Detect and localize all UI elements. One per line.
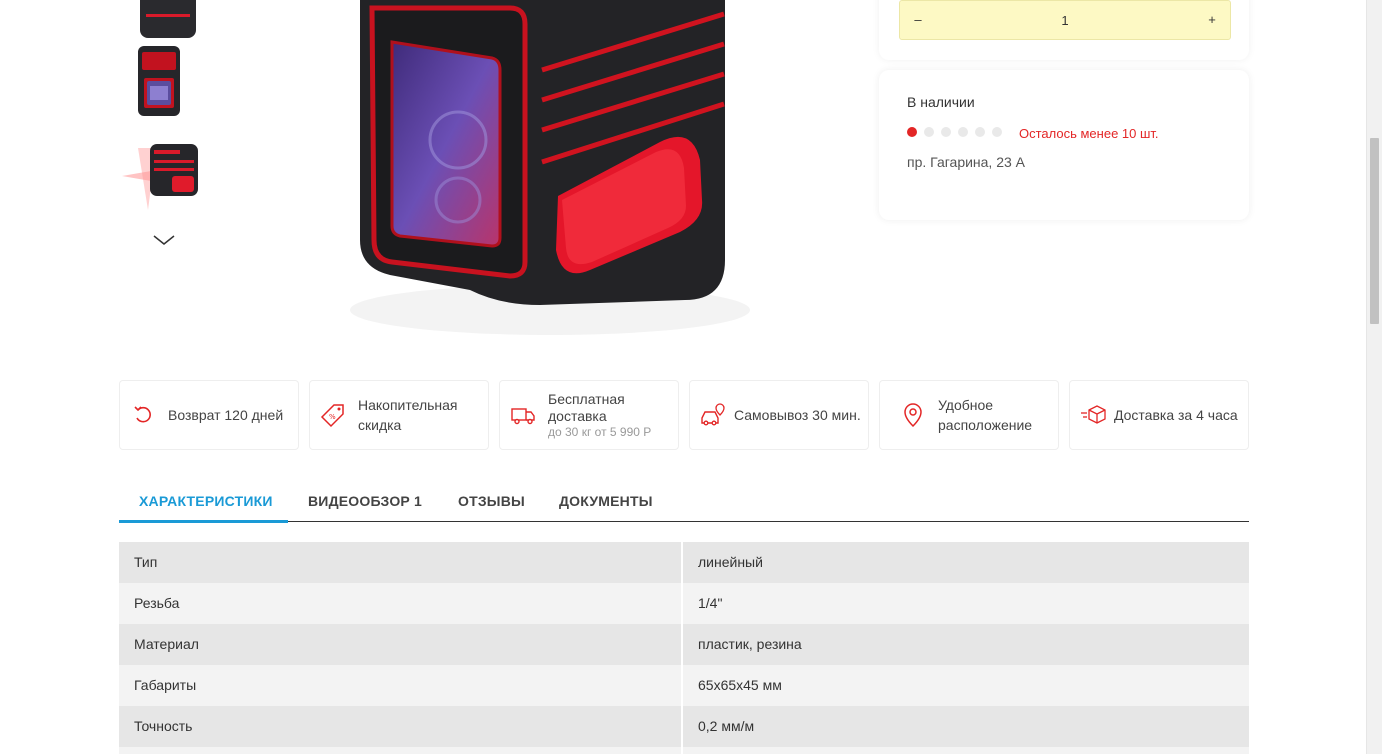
benefit-return[interactable]: Возврат 120 дней	[119, 380, 299, 450]
spec-name: Резьба	[119, 583, 683, 624]
benefit-sublabel: до 30 кг от 5 990 Р	[548, 425, 652, 439]
benefit-label: Самовывоз 30 мин.	[734, 407, 861, 423]
table-row: Габариты 65х65х45 мм	[119, 665, 1249, 706]
stock-level-dot	[992, 127, 1002, 137]
table-row: Резьба 1/4"	[119, 583, 1249, 624]
benefit-delivery[interactable]: Бесплатная доставка до 30 кг от 5 990 Р	[499, 380, 679, 450]
location-pin-icon	[904, 403, 922, 428]
table-row	[119, 747, 1249, 754]
delivery-truck-icon	[511, 408, 535, 425]
table-row: Точность 0,2 мм/м	[119, 706, 1249, 747]
tab-reviews[interactable]: ОТЗЫВЫ	[458, 493, 525, 509]
fast-box-icon	[1081, 405, 1106, 424]
tab-characteristics[interactable]: ХАРАКТЕРИСТИКИ	[139, 493, 273, 509]
thumbnails-next-button[interactable]	[150, 230, 178, 250]
benefit-location[interactable]: Удобное расположение	[879, 380, 1059, 450]
stock-level-dot	[975, 127, 985, 137]
spec-name: Точность	[119, 706, 683, 747]
benefit-label: Бесплатная доставка	[548, 391, 625, 424]
spec-name: Тип	[119, 542, 683, 583]
benefit-label: Накопительная скидка	[358, 397, 458, 433]
scrollbar-thumb[interactable]	[1370, 138, 1379, 324]
stock-level-dot	[924, 127, 934, 137]
stock-status-title: В наличии	[907, 94, 975, 110]
table-row: Материал пластик, резина	[119, 624, 1249, 665]
return-arrow-icon	[134, 406, 151, 423]
spec-value: 65х65х45 мм	[698, 677, 782, 693]
spec-name: Габариты	[119, 665, 683, 706]
benefit-label: Удобное расположение	[938, 397, 1033, 433]
spec-value: пластик, резина	[698, 636, 802, 652]
spec-name	[119, 747, 683, 754]
benefit-label: Возврат 120 дней	[168, 407, 284, 423]
car-pickup-icon	[701, 403, 725, 426]
quantity-increase-button[interactable]: +	[1194, 1, 1230, 39]
store-address[interactable]: пр. Гагарина, 23 А	[907, 154, 1025, 170]
stock-warning: Осталось менее 10 шт.	[1019, 126, 1159, 141]
spec-name: Материал	[119, 624, 683, 665]
active-tab-indicator	[119, 520, 288, 523]
stock-card: В наличии Осталось менее 10 шт. пр. Гага…	[879, 70, 1249, 220]
spec-value: 0,2 мм/м	[698, 718, 755, 734]
main-product-image[interactable]	[300, 0, 820, 345]
stock-level-dot	[907, 127, 917, 137]
benefit-label: Доставка за 4 часа	[1114, 407, 1238, 423]
quantity-decrease-button[interactable]: –	[900, 1, 936, 39]
spec-value: 1/4"	[698, 595, 723, 611]
discount-tag-icon: %	[320, 404, 344, 428]
stock-level-dot	[941, 127, 951, 137]
thumbnail-2[interactable]	[120, 40, 208, 120]
benefit-discount[interactable]: % Накопительная скидка	[309, 380, 489, 450]
tab-documents[interactable]: ДОКУМЕНТЫ	[559, 493, 653, 509]
table-row: Тип линейный	[119, 542, 1249, 583]
benefit-fast-delivery[interactable]: Доставка за 4 часа	[1069, 380, 1249, 450]
spec-value	[683, 747, 1249, 754]
product-page: – 1 + В наличии Осталось менее 10 шт. пр…	[0, 0, 1382, 754]
page-scrollbar[interactable]	[1366, 0, 1382, 754]
product-tabs: ХАРАКТЕРИСТИКИ ВИДЕООБЗОР 1 ОТЗЫВЫ ДОКУМ…	[119, 480, 1249, 523]
chevron-down-icon	[153, 235, 175, 245]
tab-video-review[interactable]: ВИДЕООБЗОР 1	[308, 493, 422, 509]
stock-level-dot	[958, 127, 968, 137]
stock-level-indicator	[907, 127, 1002, 137]
benefit-pickup[interactable]: Самовывоз 30 мин.	[689, 380, 869, 450]
thumbnail-3[interactable]	[120, 138, 208, 218]
quantity-stepper: – 1 +	[899, 0, 1231, 40]
quantity-input[interactable]: 1	[960, 1, 1170, 39]
svg-text:%: %	[329, 413, 336, 421]
spec-value: линейный	[698, 554, 763, 570]
